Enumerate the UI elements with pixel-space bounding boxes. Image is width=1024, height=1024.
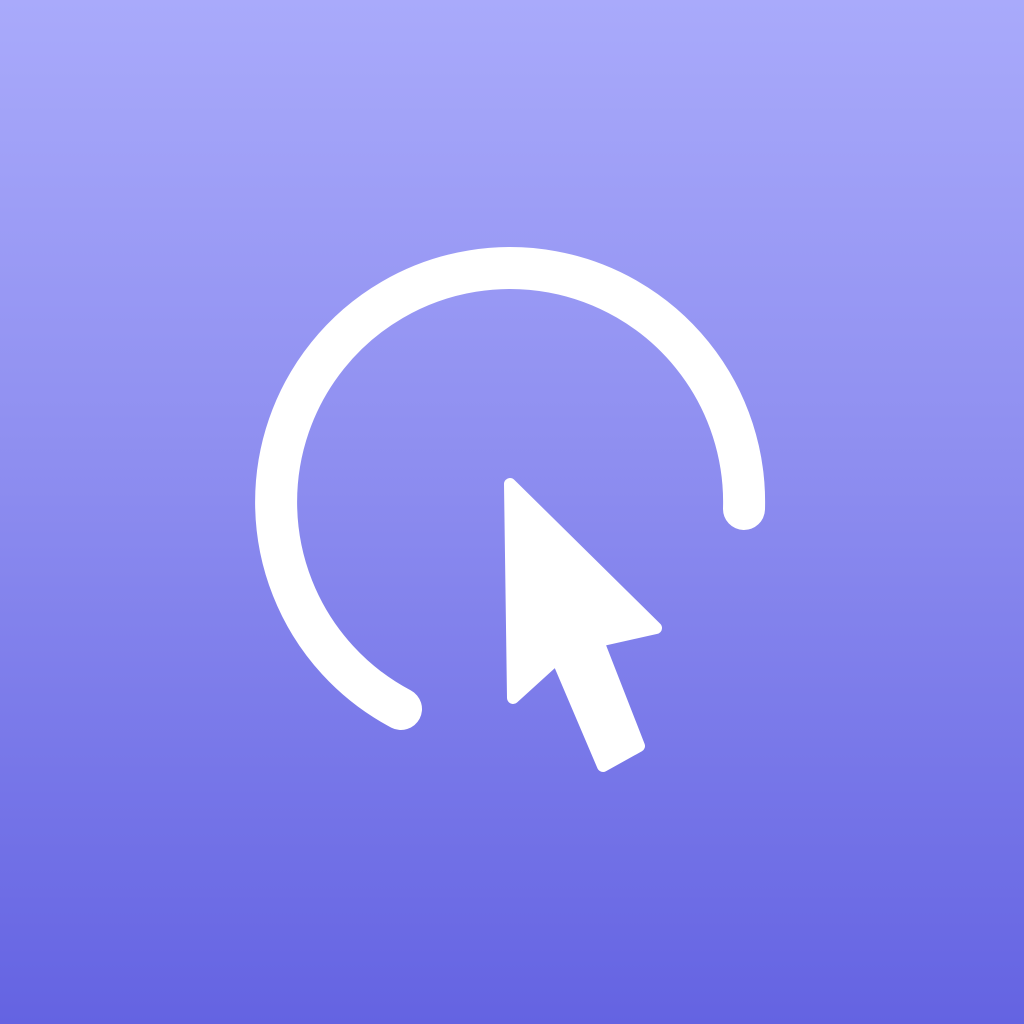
app-icon-background [0,0,1024,1024]
arrow-cursor-icon [504,478,662,772]
click-cursor-icon [255,247,766,772]
